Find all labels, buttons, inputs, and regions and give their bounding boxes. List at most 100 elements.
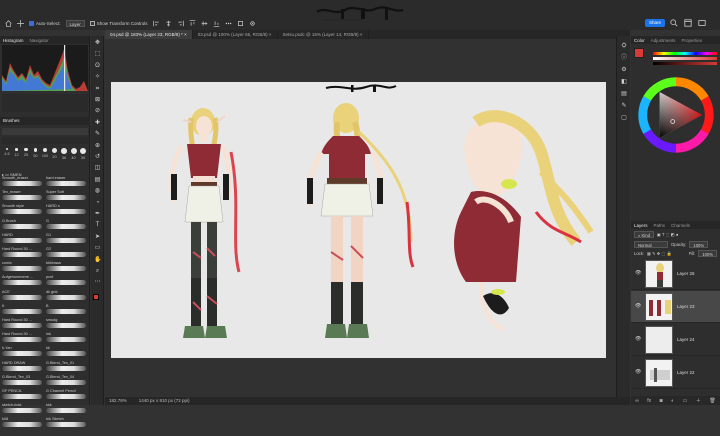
brush-preset[interactable]: Tex_eraser [2,190,42,204]
brush-preset[interactable]: G.Brush [2,219,42,233]
stamp-tool-icon[interactable]: ⊕ [94,143,101,150]
brush-preset[interactable]: kkk [46,403,86,417]
brush-preset[interactable]: G2 [46,247,86,261]
layer-row[interactable]: 👁 Layer 26 [631,258,720,290]
brush-search-input[interactable] [2,128,88,135]
tab-histogram[interactable]: Histogram [3,38,24,43]
auto-select-checkbox[interactable] [29,20,34,26]
3d-mode-icon[interactable] [237,20,244,27]
color-sliders[interactable] [653,50,717,70]
zoom-tool-icon[interactable]: ⌕ [94,268,101,275]
brushes-icon[interactable]: ✎ [620,102,628,110]
brush-tool-icon[interactable]: ✎ [94,131,101,138]
tab-adjustments[interactable]: Adjustments [651,38,676,43]
fill-input[interactable]: 100% [698,250,717,257]
arrange-icon[interactable] [698,19,706,27]
lasso-tool-icon[interactable]: ʘ [94,63,101,70]
gradient-tool-icon[interactable]: ▤ [94,177,101,184]
brush-preset[interactable]: HARD DRAW [2,361,42,375]
brush-preset[interactable]: Hard Round 30 ... [2,318,42,332]
healing-tool-icon[interactable]: ✚ [94,120,101,127]
move-tool-icon[interactable]: ✥ [94,40,101,47]
more-options-icon[interactable] [225,20,232,27]
brush-preset[interactable]: HARD [2,233,42,247]
layer-row[interactable]: 👁 Layer 24 [631,324,720,356]
align-center-icon[interactable] [165,20,172,27]
brush-preset[interactable]: comic [2,261,42,275]
tab-channels[interactable]: Channels [671,223,690,228]
artboard[interactable] [111,82,606,358]
history-brush-tool-icon[interactable]: ↺ [94,154,101,161]
hue-slider[interactable] [653,52,717,55]
info-icon[interactable]: ⓘ [620,54,628,62]
panel-toggle-icon[interactable]: ⛭ [620,42,628,50]
brush-size-preset[interactable]: 100 [40,148,50,158]
share-button[interactable]: Share [645,19,665,27]
tab-navigator[interactable]: Navigator [30,38,49,43]
align-right-icon[interactable] [177,20,184,27]
settings-gear-icon[interactable] [249,20,256,27]
zoom-level[interactable]: 182.78% [109,397,127,405]
brush-preset[interactable]: k08 [2,417,42,431]
mask-icon[interactable]: ◙ [660,398,663,404]
blend-mode-select[interactable]: Normal [634,241,668,248]
libraries-icon[interactable]: ▤ [620,90,628,98]
align-top-icon[interactable] [189,19,196,27]
brush-preset[interactable]: B [46,304,86,318]
home-icon[interactable] [5,19,12,27]
link-icon[interactable]: ∞ [635,398,639,404]
brush-size-preset[interactable]: 25 [21,148,31,157]
rectangle-tool-icon[interactable]: ▭ [94,245,101,252]
brush-size-preset[interactable]: 30 [78,148,88,160]
adjustment-icon[interactable]: ◐ [671,398,674,404]
brush-preset[interactable]: pcnt [46,275,86,289]
visibility-eye-icon[interactable]: 👁 [635,303,641,309]
layer-row[interactable]: 👁 Layer 23 [631,291,720,323]
brightness-slider[interactable] [653,62,717,65]
eraser-tool-icon[interactable]: ◫ [94,165,101,172]
layer-kind-filter[interactable]: ⌕ Kind [634,231,654,238]
tab-paths[interactable]: Paths [654,223,666,228]
hand-tool-icon[interactable]: ✋ [94,257,101,264]
marquee-tool-icon[interactable]: ⬚ [94,51,101,58]
lock-icons[interactable]: ▦ ✎ ✥ ⬚ 🔒 [647,251,672,257]
group-icon[interactable]: ▭ [683,398,688,404]
brush-preset[interactable]: k-Yan [2,346,42,360]
brush-preset[interactable]: dk grid [46,290,86,304]
fx-icon[interactable]: fx [647,398,651,404]
dodge-tool-icon[interactable]: ◔ [94,200,101,207]
brush-size-preset[interactable]: 4.5 [2,148,12,156]
brush-preset[interactable]: ink [46,332,86,346]
crop-tool-icon[interactable]: ⌗ [94,86,101,93]
settings-icon[interactable]: ⚙ [620,66,628,74]
brush-preset[interactable]: Smooth_eraser [2,176,42,190]
brush-preset[interactable]: ACE [2,290,42,304]
adjust-icon[interactable]: ◧ [620,78,628,86]
brush-preset[interactable]: GF PENCIL [2,389,42,403]
brush-preset[interactable]: kk [46,346,86,360]
brush-preset[interactable]: K [2,304,42,318]
brush-preset[interactable]: sketch-bold [2,403,42,417]
doc-tab[interactable]: Setsu.psdc @ 16% (Layer 14, RGB/8) × [278,30,369,39]
path-select-tool-icon[interactable]: ➤ [94,234,101,241]
align-middle-icon[interactable] [201,20,208,27]
visibility-eye-icon[interactable]: 👁 [635,270,641,276]
trash-icon[interactable]: 🗑 [709,398,715,404]
color-wheel[interactable] [635,74,717,156]
brush-size-preset[interactable]: 20 [50,148,60,159]
brush-preset[interactable]: G.Blend_Tex_04 [46,375,86,389]
doc-tab[interactable]: 03.psd @ 100% (Layer 65, RGB/8) × [193,30,278,39]
brush-preset[interactable]: HARD s [46,204,86,218]
align-bottom-icon[interactable] [213,20,220,27]
brush-preset[interactable]: Hard Round 30 ... [2,332,42,346]
tab-brushes[interactable]: Brushes [0,117,90,125]
align-left-icon[interactable] [152,20,160,27]
auto-select-dropdown[interactable]: Layer [65,19,85,27]
show-transform-option[interactable]: Show Transform Controls [89,20,148,26]
shapes-icon[interactable]: ▢ [620,114,628,122]
brush-size-preset[interactable]: 36 [59,148,69,160]
auto-select-option[interactable]: Auto-Select: [29,20,61,26]
foreground-color-swatch[interactable] [634,48,644,58]
new-layer-icon[interactable]: ＋ [696,397,701,404]
filter-icons[interactable]: ▣ T ⬚ ◩ ● [657,232,678,237]
